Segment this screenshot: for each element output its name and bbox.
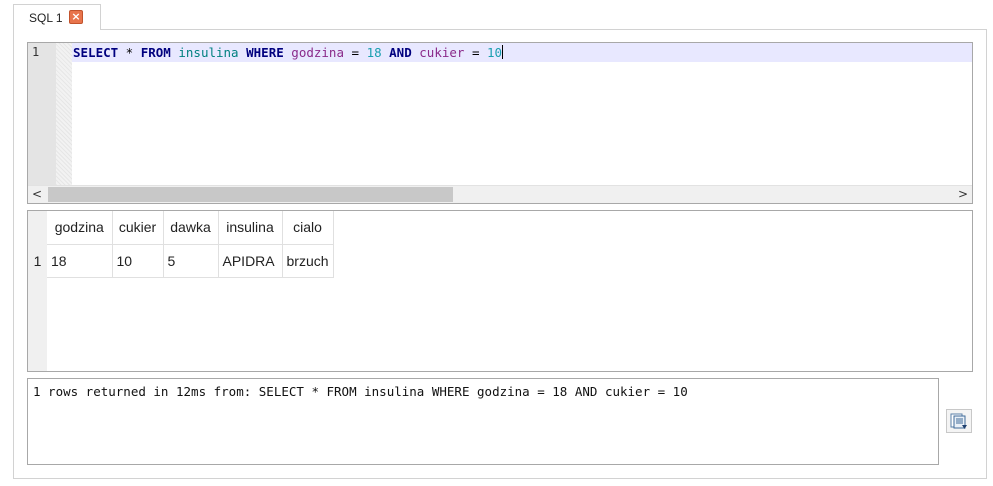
table-cell[interactable]: 10 — [112, 244, 164, 278]
scroll-left-icon[interactable]: < — [28, 186, 46, 203]
export-icon — [950, 413, 967, 429]
sql-token-tbl: insulina — [178, 45, 239, 60]
sql-token-num: 10 — [487, 45, 503, 60]
fold-margin — [56, 43, 72, 185]
column-header-cukier[interactable]: cukier — [112, 211, 164, 245]
scroll-right-icon[interactable]: > — [954, 186, 972, 203]
horizontal-scrollbar[interactable]: < > — [28, 185, 972, 203]
log-message: 1 rows returned in 12ms from: SELECT * F… — [33, 384, 688, 399]
column-header-godzina[interactable]: godzina — [47, 211, 113, 245]
column-header-dawka[interactable]: dawka — [163, 211, 219, 245]
sql-token-kw: WHERE — [246, 45, 284, 60]
sql-token-kw: AND — [389, 45, 412, 60]
sql-token-op: * — [118, 45, 141, 60]
sql-token-kw: FROM — [140, 45, 171, 60]
tab-sql-1[interactable]: SQL 1 × — [13, 4, 101, 30]
table-cell[interactable]: brzuch — [282, 244, 334, 278]
sql-token-op: = — [343, 45, 367, 60]
table-row[interactable]: 1 18 10 5 APIDRA brzuch — [28, 244, 334, 278]
column-header-cialo[interactable]: cialo — [282, 211, 334, 245]
sql-token-num: 18 — [366, 45, 382, 60]
sql-query-line[interactable]: SELECT * FROM insulina WHERE godzina = 1… — [73, 45, 504, 60]
table-cell[interactable]: APIDRA — [218, 244, 283, 278]
results-table: godzina cukier dawka insulina cialo 1 18… — [28, 211, 334, 278]
message-log[interactable]: 1 rows returned in 12ms from: SELECT * F… — [27, 378, 939, 465]
sql-token-col: cukier — [419, 45, 465, 60]
sql-token-op: = — [464, 45, 487, 60]
sql-token-col: godzina — [291, 45, 344, 60]
line-number: 1 — [32, 45, 40, 59]
results-grid: godzina cukier dawka insulina cialo 1 18… — [27, 210, 973, 372]
table-cell[interactable]: 5 — [163, 244, 219, 278]
close-icon[interactable]: × — [69, 10, 83, 24]
export-button[interactable] — [946, 409, 972, 433]
tab-label: SQL 1 — [29, 11, 63, 25]
sql-token-kw: SELECT — [73, 45, 119, 60]
header-row: godzina cukier dawka insulina cialo — [28, 211, 334, 245]
tab-bar: SQL 1 × — [0, 0, 993, 30]
row-number[interactable]: 1 — [28, 244, 47, 277]
corner-cell[interactable] — [28, 211, 47, 244]
sql-editor[interactable]: 1 SELECT * FROM insulina WHERE godzina =… — [27, 42, 973, 204]
text-caret — [502, 45, 504, 59]
table-cell[interactable]: 18 — [47, 244, 113, 278]
sql-token-op — [239, 45, 247, 60]
column-header-insulina[interactable]: insulina — [218, 211, 283, 245]
scrollbar-thumb[interactable] — [48, 187, 453, 202]
